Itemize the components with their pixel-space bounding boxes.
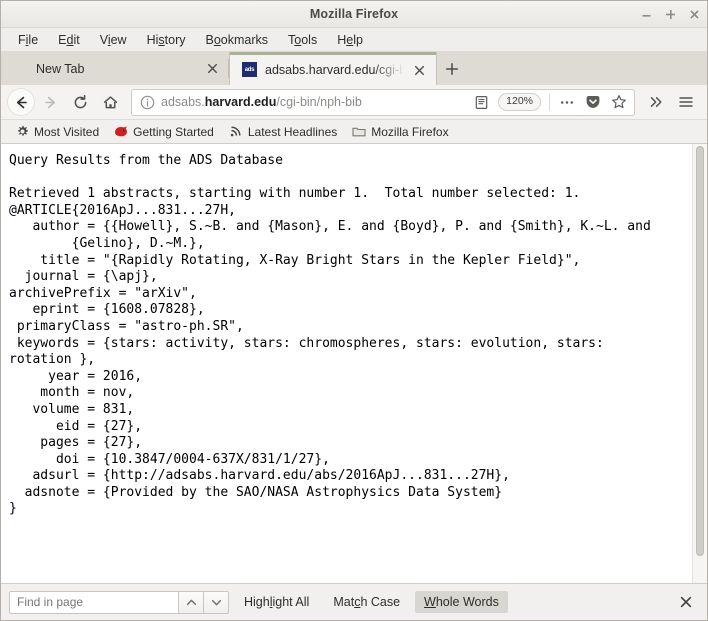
find-highlight-all-button[interactable]: Highlight All (235, 591, 318, 613)
new-tab-button[interactable] (437, 52, 467, 85)
menu-bar: File Edit View History Bookmarks Tools H… (1, 28, 707, 51)
menu-file[interactable]: File (9, 31, 47, 49)
url-bar-actions: 120% (469, 91, 631, 114)
star-icon[interactable] (607, 91, 631, 114)
info-circle-icon[interactable] (139, 94, 156, 111)
firefox-window: Mozilla Firefox File Edit View History B… (0, 0, 708, 621)
tab-new-tab[interactable]: New Tab (1, 52, 229, 85)
hamburger-menu-icon[interactable] (671, 88, 701, 116)
bookmark-label: Getting Started (133, 124, 214, 139)
ellipsis-icon[interactable] (555, 91, 579, 114)
spacer-line (9, 170, 692, 187)
bookmark-folder-mozilla-firefox[interactable]: Mozilla Firefox (346, 123, 454, 141)
page-viewport: Query Results from the ADS Database Retr… (1, 144, 707, 584)
menu-bookmarks[interactable]: Bookmarks (197, 31, 278, 49)
maximize-button[interactable] (664, 8, 677, 21)
folder-icon (352, 125, 366, 139)
firefox-logo-icon (13, 61, 29, 77)
minimize-button[interactable] (640, 8, 653, 21)
bookmark-label: Mozilla Firefox (371, 124, 449, 139)
home-icon[interactable] (95, 88, 125, 116)
rss-feed-icon (229, 125, 243, 139)
tab-label: New Tab (36, 61, 85, 76)
bookmarks-toolbar: Most Visited Getting Started Latest Head… (1, 120, 707, 144)
url-bar[interactable]: adsabs.harvard.edu/cgi-bin/nph-bib 120% (131, 88, 635, 116)
tab-close-icon[interactable] (204, 61, 220, 77)
query-results-heading: Query Results from the ADS Database (9, 153, 283, 168)
find-input[interactable] (9, 590, 179, 614)
zoom-level-badge[interactable]: 120% (498, 92, 541, 112)
back-arrow-icon[interactable] (7, 88, 35, 116)
url-text[interactable]: adsabs.harvard.edu/cgi-bin/nph-bib (156, 95, 469, 109)
tab-strip: New Tab ads adsabs.harvard.edu/cgi-bin/n (1, 51, 707, 85)
menu-view[interactable]: View (91, 31, 136, 49)
forward-arrow-icon[interactable] (35, 88, 65, 116)
bookmark-label: Latest Headlines (247, 124, 338, 139)
reader-view-icon[interactable] (469, 91, 493, 114)
menu-tools[interactable]: Tools (279, 31, 326, 49)
bookmark-getting-started[interactable]: Getting Started (108, 123, 220, 141)
window-title: Mozilla Firefox (309, 7, 399, 21)
chevron-double-right-icon[interactable] (641, 88, 671, 116)
find-close-icon[interactable] (673, 589, 699, 615)
menu-edit[interactable]: Edit (49, 31, 89, 49)
window-controls (640, 1, 701, 28)
bookmark-most-visited[interactable]: Most Visited (9, 123, 105, 141)
vertical-scrollbar[interactable] (692, 144, 707, 583)
find-whole-words-button[interactable]: Whole Words (415, 591, 508, 613)
bookmark-label: Most Visited (34, 124, 100, 139)
chevron-up-icon[interactable] (179, 590, 204, 614)
bookmark-latest-headlines[interactable]: Latest Headlines (223, 123, 343, 141)
scrollbar-thumb[interactable] (696, 146, 704, 556)
retrieved-summary: Retrieved 1 abstracts, starting with num… (9, 186, 581, 202)
firefox-head-icon (114, 125, 128, 139)
title-bar: Mozilla Firefox (1, 1, 707, 28)
bibtex-entry[interactable]: @ARTICLE{2016ApJ...831...27H, author = {… (9, 203, 692, 518)
menu-history[interactable]: History (138, 31, 195, 49)
chevron-down-icon[interactable] (204, 590, 229, 614)
ads-favicon-icon: ads (242, 62, 258, 78)
page-content: Query Results from the ADS Database Retr… (1, 144, 692, 583)
pocket-icon[interactable] (581, 91, 605, 114)
close-button[interactable] (688, 8, 701, 21)
gear-icon (15, 125, 29, 139)
toolbar-divider (549, 93, 550, 111)
tab-ads-query-results[interactable]: ads adsabs.harvard.edu/cgi-bin/n (229, 52, 437, 85)
tab-label: adsabs.harvard.edu/cgi-bin/n (265, 63, 404, 77)
find-match-case-button[interactable]: Match Case (324, 591, 409, 613)
menu-help[interactable]: Help (328, 31, 372, 49)
find-bar: Highlight All Match Case Whole Words (1, 584, 707, 620)
reload-icon[interactable] (65, 88, 95, 116)
navigation-toolbar: adsabs.harvard.edu/cgi-bin/nph-bib 120% (1, 85, 707, 120)
tab-close-icon[interactable] (411, 62, 427, 78)
